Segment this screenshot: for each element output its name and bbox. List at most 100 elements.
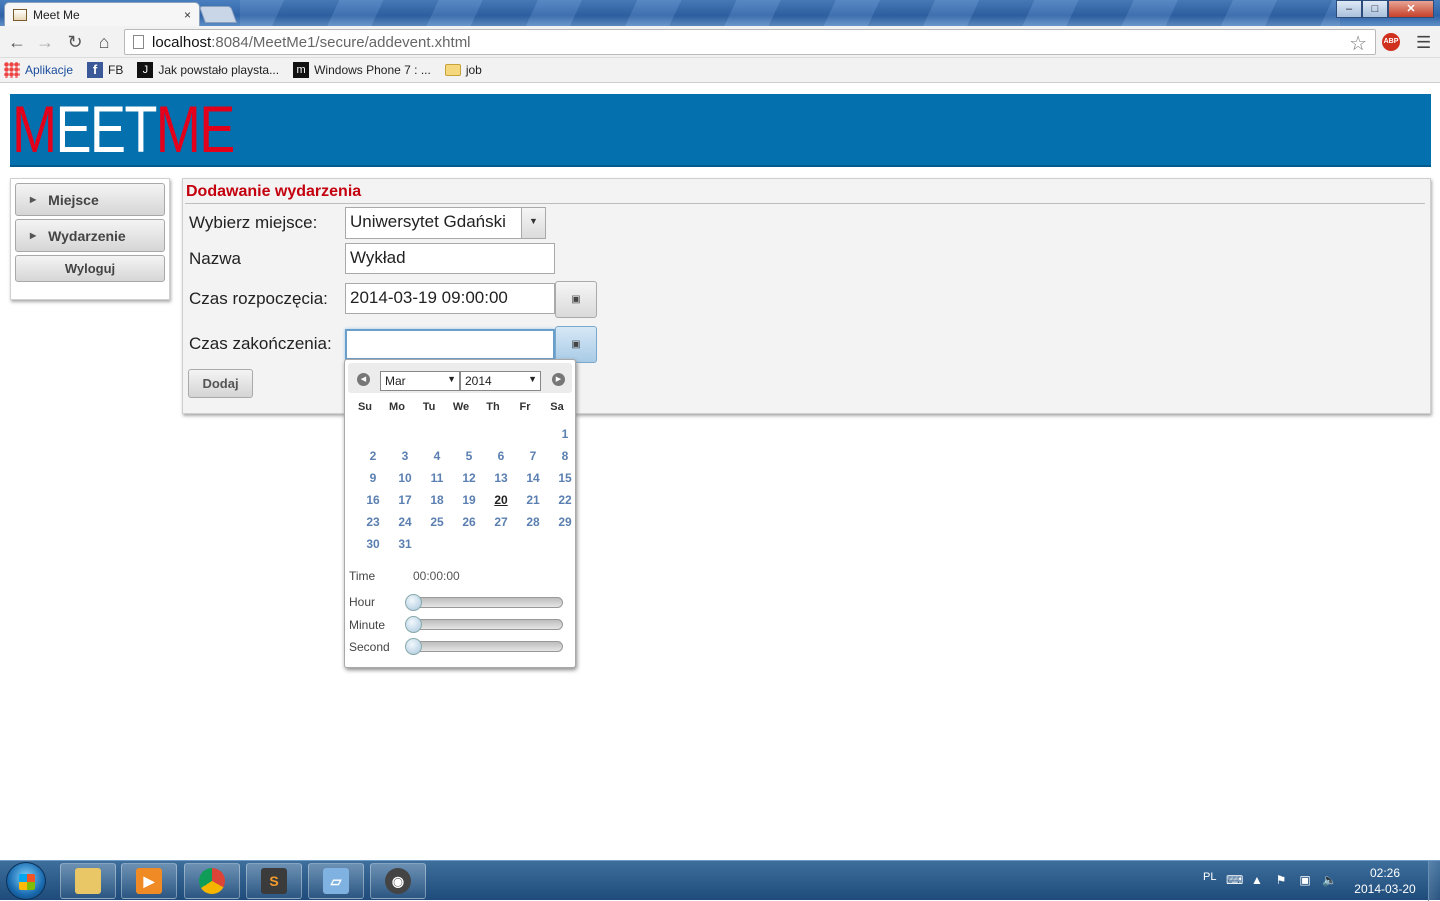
weekday-header: Th: [486, 401, 500, 413]
month-select[interactable]: Mar ▼: [380, 371, 460, 391]
sidebar-item-wydarzenie[interactable]: ▶ Wydarzenie: [15, 219, 165, 252]
start-calendar-button[interactable]: ▣: [555, 281, 597, 318]
weekday-header: Mo: [389, 401, 405, 413]
taskbar-explorer[interactable]: [60, 863, 116, 899]
calendar-day[interactable]: 27: [485, 515, 517, 529]
calendar-day[interactable]: 16: [357, 493, 389, 507]
calendar-day[interactable]: 30: [357, 537, 389, 551]
calendar-day[interactable]: 11: [421, 471, 453, 485]
close-window-button[interactable]: ✕: [1388, 0, 1434, 18]
reload-icon[interactable]: ↻: [64, 31, 86, 53]
name-input[interactable]: Wykład: [345, 243, 555, 274]
calendar-day[interactable]: 17: [389, 493, 421, 507]
start-time-input[interactable]: 2014-03-19 09:00:00: [345, 283, 555, 314]
taskbar-media-player[interactable]: ▶: [121, 863, 177, 899]
taskbar-app-lemur[interactable]: ◉: [370, 863, 426, 899]
calendar-day[interactable]: 9: [357, 471, 389, 485]
keyboard-icon[interactable]: ⌨: [1226, 873, 1243, 887]
sidebar-menu: ▶ Miejsce ▶ Wydarzenie Wyloguj: [10, 178, 170, 300]
volume-icon[interactable]: 🔈: [1322, 873, 1337, 887]
hour-slider[interactable]: [405, 594, 563, 611]
next-month-icon[interactable]: ▶: [552, 373, 565, 386]
calendar-day[interactable]: 26: [453, 515, 485, 529]
calendar-day[interactable]: 15: [549, 471, 581, 485]
year-select[interactable]: 2014 ▼: [460, 371, 541, 391]
place-select[interactable]: Uniwersytet Gdański ▼: [345, 207, 546, 239]
weekday-header: Tu: [422, 401, 436, 413]
language-indicator[interactable]: PL: [1203, 871, 1216, 883]
bookmark-fb[interactable]: f FB: [87, 62, 123, 78]
name-label: Nazwa: [189, 249, 241, 268]
start-time-label: Czas rozpoczęcia:: [189, 289, 328, 308]
sidebar-item-label: Wydarzenie: [48, 227, 126, 244]
address-bar[interactable]: localhost:8084/MeetMe1/secure/addevent.x…: [124, 29, 1376, 55]
windows-logo-icon: [19, 874, 35, 890]
chevron-down-icon[interactable]: ▼: [521, 208, 545, 238]
calendar-day[interactable]: 10: [389, 471, 421, 485]
calendar-day[interactable]: 23: [357, 515, 389, 529]
datetime-picker: ◀ Mar ▼ 2014 ▼ ▶ Su Mo Tu We Th Fr Sa 1 2 3 4 5 6 7 8 9 10…: [344, 359, 576, 668]
calendar-day[interactable]: 6: [485, 449, 517, 463]
calendar-day[interactable]: 18: [421, 493, 453, 507]
calendar-day[interactable]: 8: [549, 449, 581, 463]
calendar-day[interactable]: 19: [453, 493, 485, 507]
browser-tab[interactable]: Meet Me ×: [4, 2, 200, 26]
calendar-day[interactable]: 25: [421, 515, 453, 529]
adblock-plus-icon[interactable]: ABP: [1382, 33, 1400, 51]
calendar-day[interactable]: 13: [485, 471, 517, 485]
show-hidden-icons-icon[interactable]: ▲: [1250, 873, 1264, 887]
calendar-day[interactable]: 7: [517, 449, 549, 463]
action-center-flag-icon[interactable]: ⚑: [1274, 873, 1288, 887]
sidebar-item-label: Miejsce: [48, 191, 99, 208]
system-clock[interactable]: 02:26 2014-03-20: [1350, 865, 1420, 897]
taskbar-sublime[interactable]: S: [246, 863, 302, 899]
logo-part-1: M: [12, 92, 57, 166]
logout-button[interactable]: Wyloguj: [15, 255, 165, 282]
slider-handle[interactable]: [405, 638, 422, 655]
end-time-input[interactable]: [345, 329, 555, 360]
new-tab-button[interactable]: [198, 6, 238, 23]
slider-handle[interactable]: [405, 616, 422, 633]
bookmark-apps[interactable]: Aplikacje: [4, 62, 73, 78]
end-calendar-button[interactable]: ▣: [555, 326, 597, 363]
cube-icon: ▱: [323, 868, 349, 894]
calendar-day[interactable]: 14: [517, 471, 549, 485]
calendar-day[interactable]: 12: [453, 471, 485, 485]
minimize-button[interactable]: –: [1336, 0, 1362, 18]
calendar-day[interactable]: 21: [517, 493, 549, 507]
home-icon[interactable]: ⌂: [93, 31, 115, 53]
calendar-day-today[interactable]: 20: [485, 493, 517, 507]
sidebar-item-miejsce[interactable]: ▶ Miejsce: [15, 183, 165, 216]
calendar-day[interactable]: 22: [549, 493, 581, 507]
minute-slider[interactable]: [405, 616, 563, 633]
prev-month-icon[interactable]: ◀: [357, 373, 370, 386]
second-slider[interactable]: [405, 638, 563, 655]
calendar-day[interactable]: 28: [517, 515, 549, 529]
show-desktop-button[interactable]: [1428, 861, 1440, 901]
maximize-button[interactable]: □: [1362, 0, 1388, 18]
calendar-day[interactable]: 31: [389, 537, 421, 551]
clock-date: 2014-03-20: [1354, 882, 1416, 896]
bookmark-playstation[interactable]: J Jak powstało playsta...: [137, 62, 279, 78]
slider-handle[interactable]: [405, 594, 422, 611]
calendar-day[interactable]: 1: [549, 427, 581, 441]
calendar-day[interactable]: 5: [453, 449, 485, 463]
add-button[interactable]: Dodaj: [188, 369, 253, 398]
bookmark-job-folder[interactable]: job: [444, 63, 482, 77]
forward-arrow-icon[interactable]: →: [34, 31, 56, 53]
network-icon[interactable]: ▣: [1298, 873, 1312, 887]
bookmark-windows-phone[interactable]: m Windows Phone 7 : ...: [293, 62, 431, 78]
bookmark-star-icon[interactable]: ☆: [1349, 31, 1367, 56]
sublime-text-icon: S: [261, 868, 287, 894]
back-arrow-icon[interactable]: ←: [6, 31, 28, 53]
tab-close-icon[interactable]: ×: [184, 8, 191, 22]
calendar-day[interactable]: 2: [357, 449, 389, 463]
chrome-menu-icon[interactable]: ☰: [1416, 33, 1431, 53]
calendar-day[interactable]: 3: [389, 449, 421, 463]
calendar-day[interactable]: 4: [421, 449, 453, 463]
calendar-day[interactable]: 29: [549, 515, 581, 529]
calendar-day[interactable]: 24: [389, 515, 421, 529]
taskbar-virtualbox[interactable]: ▱: [308, 863, 364, 899]
start-button[interactable]: [6, 862, 46, 900]
taskbar-chrome[interactable]: [184, 863, 240, 899]
